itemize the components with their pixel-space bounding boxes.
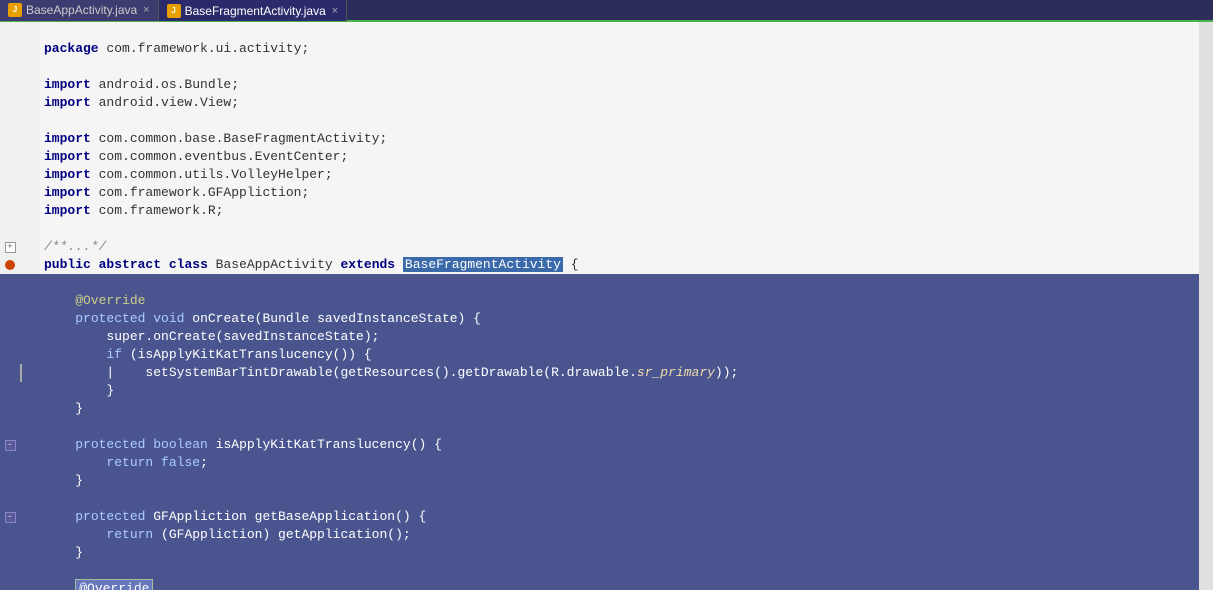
selected-line — [0, 418, 1199, 436]
line-row: import com.common.eventbus.EventCenter; — [0, 148, 1199, 166]
tab-1[interactable]: J BaseAppActivity.java × — [0, 0, 159, 21]
class-declaration-line: public abstract class BaseAppActivity ex… — [0, 256, 1199, 274]
line-row: + /**...*/ — [0, 238, 1199, 256]
line-content: | setSystemBarTintDrawable(getResources(… — [40, 364, 1199, 382]
line-gutter-left — [0, 22, 20, 40]
line-content: @Override — [40, 292, 1199, 310]
line-content: public abstract class BaseAppActivity ex… — [40, 256, 1199, 274]
line-row — [0, 220, 1199, 238]
line-content: package com.framework.ui.activity; — [40, 40, 1199, 58]
selected-line: } — [0, 472, 1199, 490]
line-content: import com.common.eventbus.EventCenter; — [40, 148, 1199, 166]
line-content: if (isApplyKitKatTranslucency()) { — [40, 346, 1199, 364]
tab2-icon: J — [167, 4, 181, 18]
selected-line: if (isApplyKitKatTranslucency()) { — [0, 346, 1199, 364]
editor-window: J BaseAppActivity.java × J BaseFragmentA… — [0, 0, 1213, 590]
line-content: protected GFAppliction getBaseApplicatio… — [40, 508, 1199, 526]
line-row: import com.common.base.BaseFragmentActiv… — [0, 130, 1199, 148]
selected-line — [0, 274, 1199, 292]
line-content: import com.common.base.BaseFragmentActiv… — [40, 130, 1199, 148]
line-gutter-left — [0, 40, 20, 58]
line-fold — [20, 40, 40, 58]
line-content: } — [40, 544, 1199, 562]
breakpoint-icon — [5, 260, 15, 270]
selected-line: } — [0, 400, 1199, 418]
line-row: import com.framework.GFAppliction; — [0, 184, 1199, 202]
fold-icon-3[interactable]: - — [5, 512, 16, 523]
line-content: } — [40, 472, 1199, 490]
line-row: import com.common.utils.VolleyHelper; — [0, 166, 1199, 184]
line-row: package com.framework.ui.activity; — [0, 40, 1199, 58]
fold-icon-2[interactable]: - — [5, 440, 16, 451]
line-content: import android.os.Bundle; — [40, 76, 1199, 94]
selected-line: super.onCreate(savedInstanceState); — [0, 328, 1199, 346]
tab-2[interactable]: J BaseFragmentActivity.java × — [159, 0, 348, 21]
line-content: protected boolean isApplyKitKatTransluce… — [40, 436, 1199, 454]
line-content: } — [40, 382, 1199, 400]
scrollbar-panel[interactable] — [1199, 22, 1213, 590]
line-content — [40, 22, 1199, 40]
selected-line: return false; — [0, 454, 1199, 472]
selected-line: @Override — [0, 292, 1199, 310]
line-content: import com.framework.GFAppliction; — [40, 184, 1199, 202]
tab1-icon: J — [8, 3, 22, 17]
tab2-label: BaseFragmentActivity.java — [185, 4, 326, 18]
line-content: import com.common.utils.VolleyHelper; — [40, 166, 1199, 184]
line-content: return (GFAppliction) getApplication(); — [40, 526, 1199, 544]
line-content: import android.view.View; — [40, 94, 1199, 112]
tab1-label: BaseAppActivity.java — [26, 3, 137, 17]
selected-line: | setSystemBarTintDrawable(getResources(… — [0, 364, 1199, 382]
selected-line — [0, 490, 1199, 508]
selected-line: } — [0, 544, 1199, 562]
line-content: super.onCreate(savedInstanceState); — [40, 328, 1199, 346]
fold-icon[interactable]: + — [5, 242, 16, 253]
selected-line: - protected GFAppliction getBaseApplicat… — [0, 508, 1199, 526]
line-content: import com.framework.R; — [40, 202, 1199, 220]
line-content: /**...*/ — [40, 238, 1199, 256]
selected-line: } — [0, 382, 1199, 400]
selected-line — [0, 562, 1199, 580]
line-content: protected void onCreate(Bundle savedInst… — [40, 310, 1199, 328]
line-row: import android.view.View; — [0, 94, 1199, 112]
line-row — [0, 112, 1199, 130]
line-row: import com.framework.R; — [0, 202, 1199, 220]
selected-line: protected void onCreate(Bundle savedInst… — [0, 310, 1199, 328]
selected-line: return (GFAppliction) getApplication(); — [0, 526, 1199, 544]
line-row — [0, 22, 1199, 40]
line-content: @Override — [40, 580, 1199, 590]
selected-line: @Override — [0, 580, 1199, 590]
tab2-close[interactable]: × — [332, 5, 338, 17]
code-editor: package com.framework.ui.activity; impor… — [0, 22, 1213, 590]
tab-bar: J BaseAppActivity.java × J BaseFragmentA… — [0, 0, 1213, 22]
line-content: } — [40, 400, 1199, 418]
selected-line: - protected boolean isApplyKitKatTranslu… — [0, 436, 1199, 454]
tab1-close[interactable]: × — [143, 4, 149, 16]
line-row: import android.os.Bundle; — [0, 76, 1199, 94]
line-row — [0, 58, 1199, 76]
line-fold — [20, 22, 40, 40]
line-content: return false; — [40, 454, 1199, 472]
code-lines: package com.framework.ui.activity; impor… — [0, 22, 1199, 590]
